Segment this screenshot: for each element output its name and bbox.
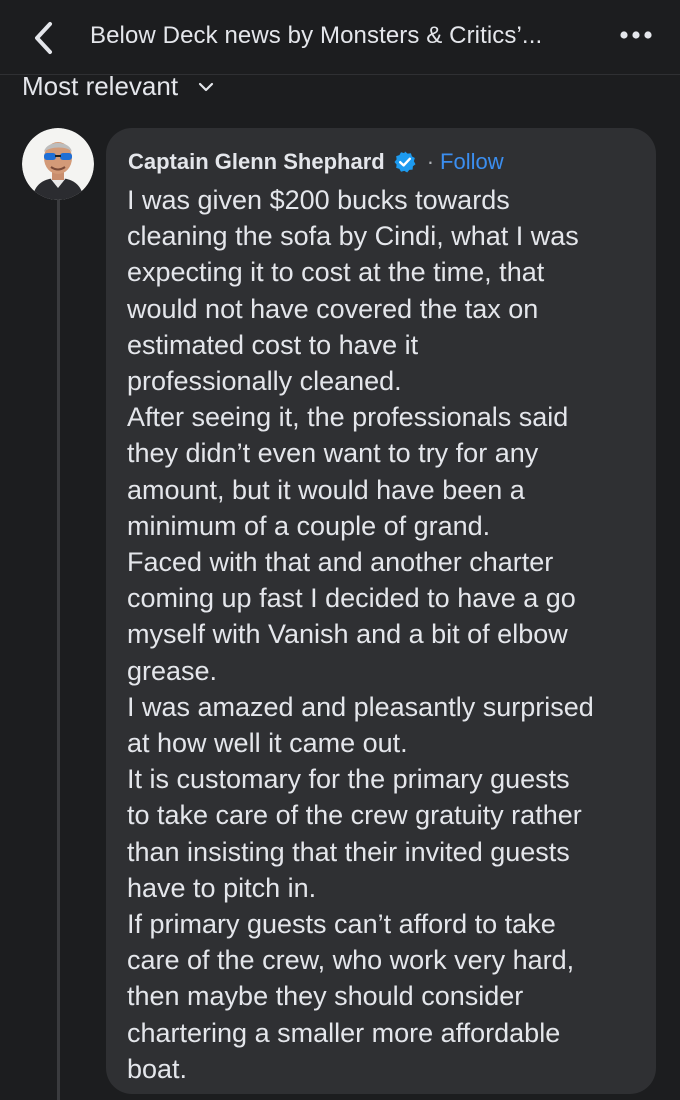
sort-selector[interactable]: Most relevant — [22, 68, 214, 104]
comment-line: I was given $200 bucks towards — [127, 185, 510, 215]
comment-bubble: Captain Glenn Shephard · Follow I was gi… — [106, 128, 656, 1094]
comment-text: I was given $200 bucks towards cleaning … — [127, 182, 647, 1087]
comment-line: would not have covered the tax on — [127, 293, 539, 324]
comment-line: they didn’t even want to try for any — [127, 438, 539, 469]
comment-line: professionally cleaned. — [127, 366, 402, 397]
top-bar: Below Deck news by Monsters & Critics’..… — [0, 0, 680, 75]
comment-line: If primary guests can’t afford to take — [127, 909, 556, 940]
back-button[interactable] — [26, 18, 60, 58]
comment-line: have to pitch in. — [127, 872, 317, 903]
comment-line: to take care of the crew gratuity rather — [127, 800, 582, 831]
comment-line: grease. — [127, 655, 218, 686]
comment-line: cleaning the sofa by Cindi, what I was — [127, 221, 579, 252]
comment-line: myself with Vanish and a bit of elbow — [127, 619, 568, 650]
more-options-button[interactable] — [618, 20, 654, 50]
avatar[interactable] — [22, 128, 94, 200]
comment-line: boat. — [127, 1053, 188, 1084]
comment-line: coming up fast I decided to have a go — [127, 583, 576, 614]
comment-line: I was amazed and pleasantly surprised — [127, 691, 594, 722]
comment-line: Faced with that and another charter — [127, 547, 554, 578]
chevron-down-icon — [198, 82, 214, 92]
follow-button[interactable]: Follow — [440, 149, 504, 175]
comment-line: minimum of a couple of grand. — [127, 510, 491, 541]
chevron-left-icon — [35, 22, 52, 54]
comment-line: estimated cost to have it — [127, 329, 419, 360]
more-horizontal-icon — [620, 31, 652, 39]
comment-line: then maybe they should consider — [127, 981, 524, 1012]
verified-badge-icon — [393, 150, 417, 174]
author-name[interactable]: Captain Glenn Shephard — [128, 149, 385, 175]
comment-line: It is customary for the primary guests — [127, 764, 570, 795]
page-title: Below Deck news by Monsters & Critics’..… — [90, 22, 543, 49]
comment-line: care of the crew, who work very hard, — [127, 945, 575, 976]
comment-line: chartering a smaller more affordable — [127, 1017, 561, 1048]
comment-line: at how well it came out. — [127, 728, 408, 759]
sort-label: Most relevant — [22, 70, 179, 101]
comment-line: amount, but it would have been a — [127, 474, 525, 505]
comment-line: After seeing it, the professionals said — [127, 402, 569, 433]
comment-header: Captain Glenn Shephard · Follow — [128, 146, 504, 178]
separator-dot: · — [426, 149, 435, 174]
comment-line: than insisting that their invited guests — [127, 836, 570, 867]
profile-photo-icon — [22, 128, 94, 200]
thread-line — [57, 198, 60, 1100]
comment-line: expecting it to cost at the time, that — [127, 257, 545, 288]
